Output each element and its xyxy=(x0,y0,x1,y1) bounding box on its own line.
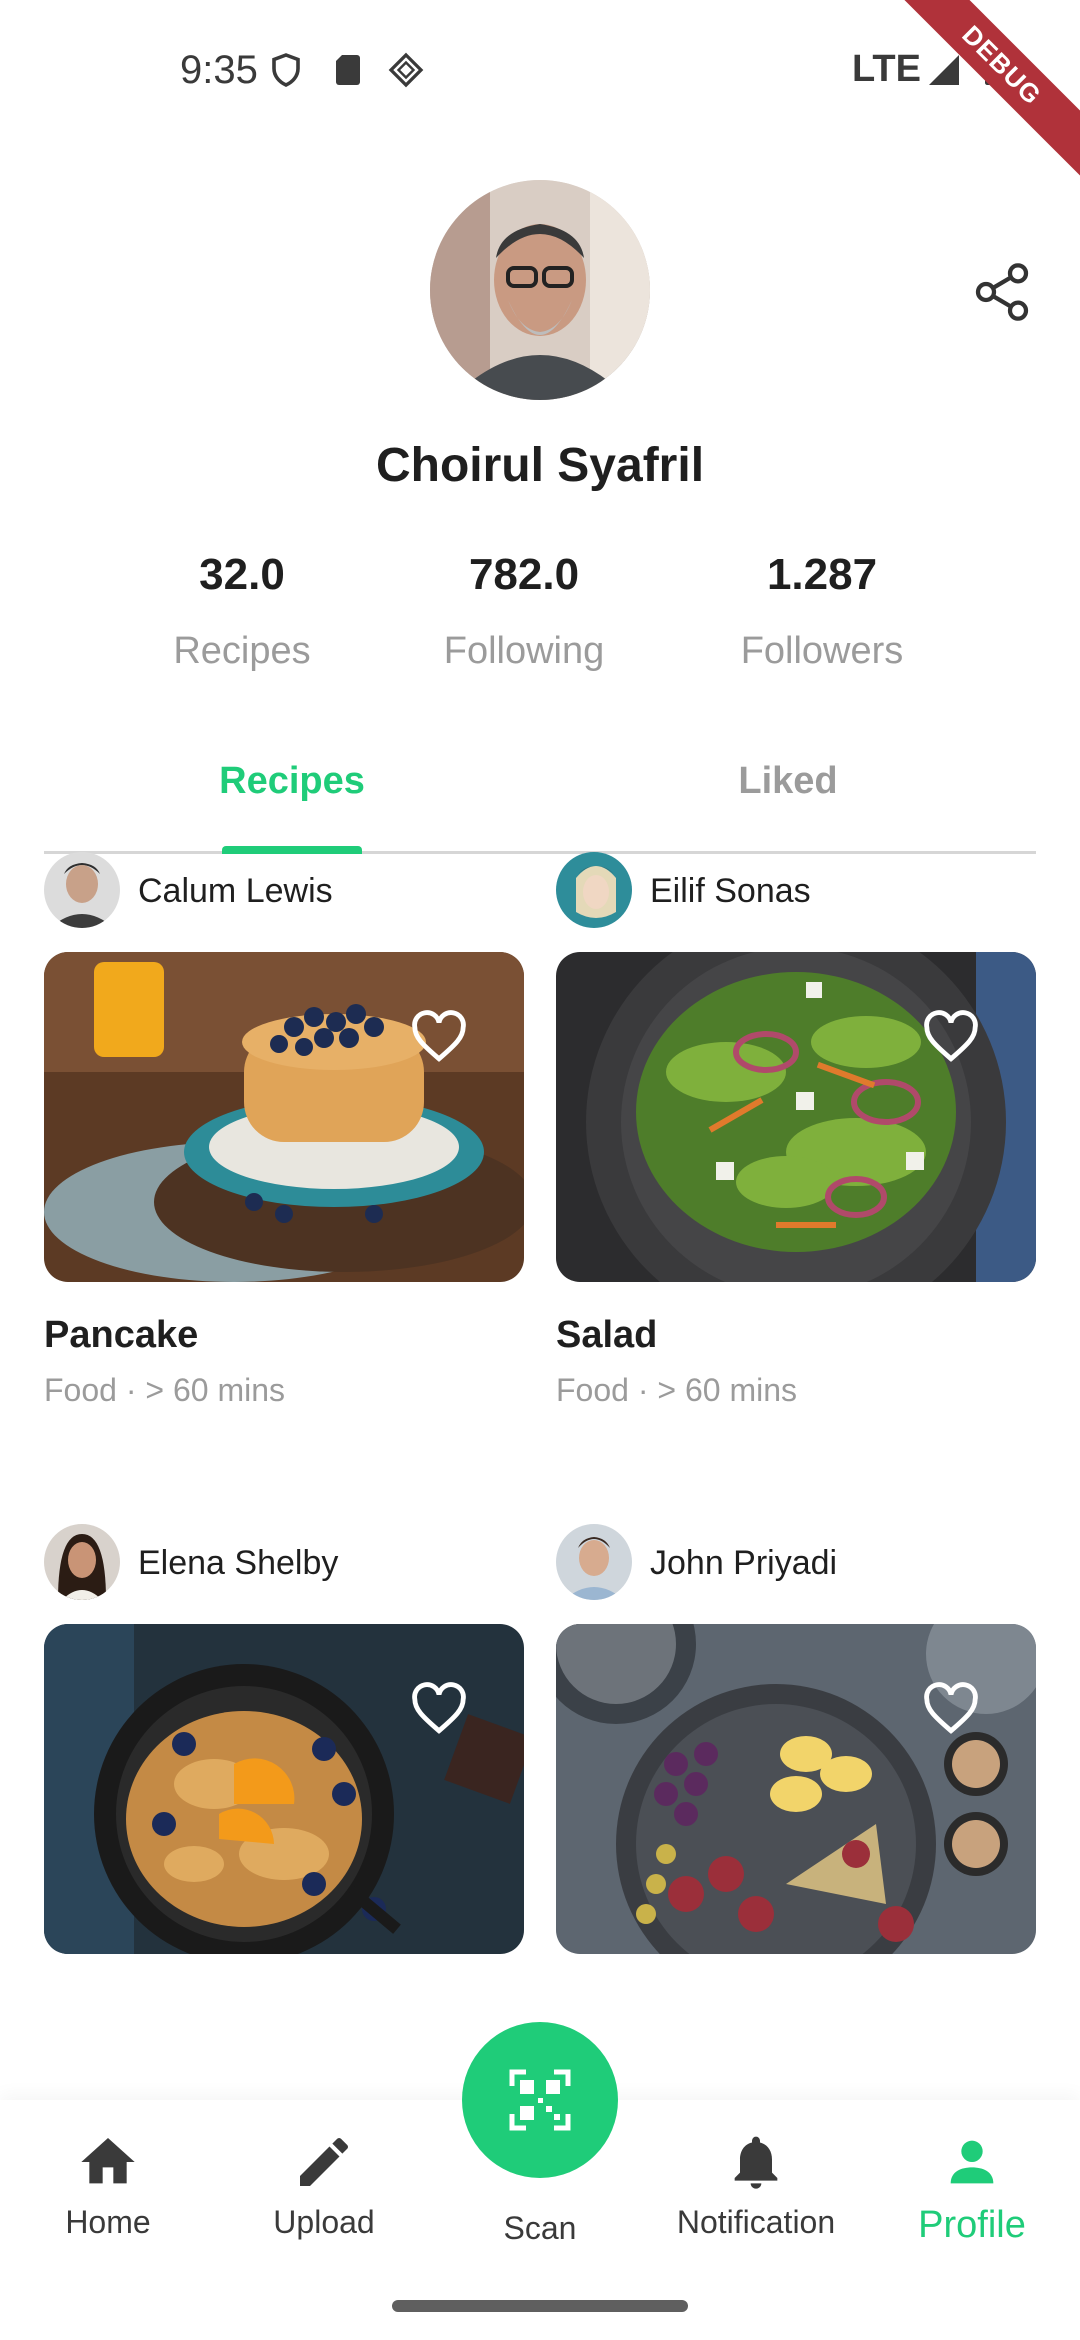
person-icon xyxy=(950,2140,994,2184)
diamond-icon xyxy=(388,52,424,88)
nav-label: Profile xyxy=(918,2204,1026,2246)
status-bar: 9:35 LTE DEBUG xyxy=(0,0,1080,181)
nav-notification[interactable]: Notification xyxy=(656,2130,856,2241)
nav-upload[interactable]: Upload xyxy=(224,2130,424,2241)
scan-button[interactable] xyxy=(462,2022,618,2178)
debug-label: DEBUG xyxy=(886,0,1080,181)
tab-liked[interactable]: Liked xyxy=(540,760,1036,803)
author-avatar xyxy=(44,852,120,928)
stat-value: 32.0 xyxy=(199,550,285,599)
author-name: Eilif Sonas xyxy=(650,872,811,910)
profile-name: Choirul Syafril xyxy=(375,439,705,492)
profile-tabs: Recipes Liked xyxy=(44,740,1036,854)
recipe-image[interactable] xyxy=(44,1624,524,1954)
recipe-image[interactable] xyxy=(44,952,524,1282)
avatar-image xyxy=(430,180,650,400)
home-icon xyxy=(81,2138,135,2184)
stat-label: Recipes xyxy=(173,630,311,672)
nav-label: Notification xyxy=(676,2204,836,2240)
stat-following[interactable]: 782.0 Following xyxy=(394,550,654,673)
stat-value: 1.287 xyxy=(766,550,878,599)
heart-icon[interactable] xyxy=(410,1682,468,1736)
author-name: John Priyadi xyxy=(650,1544,838,1582)
scan-label: Scan xyxy=(503,2210,577,2246)
recipe-meta: Food · > 60 mins xyxy=(556,1372,797,1408)
heart-icon[interactable] xyxy=(922,1010,980,1064)
card-author[interactable]: Calum Lewis xyxy=(44,852,524,928)
shield-icon xyxy=(272,53,300,87)
author-avatar xyxy=(556,1524,632,1600)
tab-recipes[interactable]: Recipes xyxy=(44,760,540,803)
nav-label: Upload xyxy=(273,2204,375,2240)
sd-card-icon xyxy=(336,55,360,85)
stat-recipes[interactable]: 32.0 Recipes xyxy=(112,550,372,673)
nav-label: Home xyxy=(65,2204,151,2240)
heart-icon[interactable] xyxy=(410,1010,468,1064)
card-author[interactable]: John Priyadi xyxy=(556,1524,1036,1600)
author-name: Elena Shelby xyxy=(138,1544,339,1582)
card-author[interactable]: Eilif Sonas xyxy=(556,852,1036,928)
nav-profile[interactable]: Profile xyxy=(872,2130,1072,2247)
recipe-meta: Food · > 60 mins xyxy=(44,1372,285,1408)
author-avatar xyxy=(556,852,632,928)
author-avatar xyxy=(44,1524,120,1600)
nav-home[interactable]: Home xyxy=(8,2130,208,2241)
pencil-icon xyxy=(300,2137,349,2186)
author-name: Calum Lewis xyxy=(138,872,333,910)
recipe-image[interactable] xyxy=(556,1624,1036,1954)
stat-label: Following xyxy=(443,630,605,672)
share-icon[interactable] xyxy=(970,260,1034,324)
debug-ribbon: DEBUG xyxy=(880,0,1080,200)
profile-stats: 32.0 Recipes 782.0 Following 1.287 Follo… xyxy=(0,550,1080,680)
bell-icon xyxy=(734,2136,778,2189)
status-time: 9:35 xyxy=(180,48,258,92)
profile-avatar[interactable] xyxy=(430,180,650,400)
stat-value: 782.0 xyxy=(468,550,580,599)
heart-icon[interactable] xyxy=(922,1682,980,1736)
card-author[interactable]: Elena Shelby xyxy=(44,1524,524,1600)
qr-scan-icon xyxy=(509,2069,571,2131)
recipe-image[interactable] xyxy=(556,952,1036,1282)
stat-label: Followers xyxy=(740,630,904,672)
recipe-title: Salad xyxy=(556,1314,658,1356)
home-indicator[interactable] xyxy=(392,2300,688,2312)
recipe-title: Pancake xyxy=(44,1314,199,1356)
stat-followers[interactable]: 1.287 Followers xyxy=(692,550,952,673)
